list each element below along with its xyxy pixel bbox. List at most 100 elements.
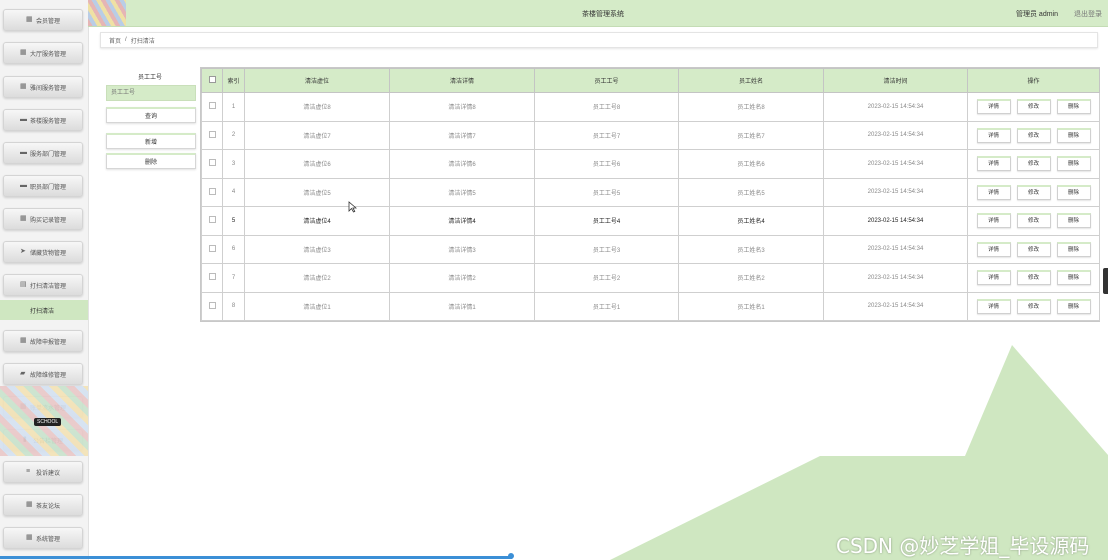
detail-button[interactable]: 详情 bbox=[976, 241, 1011, 257]
edit-button[interactable]: 修改 bbox=[1016, 270, 1051, 286]
detail-button[interactable]: 详情 bbox=[976, 184, 1011, 200]
detail-button[interactable]: 详情 bbox=[976, 270, 1011, 286]
user-label: 管理员 admin bbox=[1015, 11, 1058, 18]
delete-row-button[interactable]: 删除 bbox=[1056, 270, 1091, 286]
sidebar-item-label: 会员管理 bbox=[35, 18, 60, 25]
row-actions: 详情 修改 删除 bbox=[967, 263, 1100, 293]
edit-button[interactable]: 修改 bbox=[1016, 127, 1051, 143]
sidebar-item-label: 服务部门管理 bbox=[29, 151, 66, 158]
sidebar-item-label: 故障申报管理 bbox=[29, 339, 66, 346]
delete-row-button[interactable]: 删除 bbox=[1056, 298, 1091, 314]
row-detail: 清洁详情7 bbox=[389, 120, 535, 150]
table-row: 1 清洁虚位8 清洁详情8 员工工号8 员工姓名8 2023-02-15 14:54:34… bbox=[201, 92, 1100, 122]
delete-row-button[interactable]: 删除 bbox=[1056, 156, 1091, 172]
sidebar-item-14[interactable]: ≡ 投诉建议 bbox=[3, 461, 83, 483]
sidebar-item-10[interactable]: ▦ 故障申报管理 bbox=[3, 330, 83, 352]
delete-row-button[interactable]: 删除 bbox=[1056, 99, 1091, 115]
row-checkbox[interactable] bbox=[201, 291, 223, 321]
sidebar-item-16[interactable]: ▦ 系统管理 bbox=[3, 527, 83, 549]
edit-button[interactable]: 修改 bbox=[1016, 184, 1051, 200]
table-row: 4 清洁虚位5 清洁详情5 员工工号5 员工姓名5 2023-02-15 14:54:34… bbox=[201, 177, 1100, 207]
sidebar-item-15[interactable]: ▦ 茶友论坛 bbox=[3, 494, 83, 516]
delete-row-button[interactable]: 删除 bbox=[1056, 241, 1091, 257]
row-checkbox[interactable] bbox=[201, 149, 223, 179]
row-actions: 详情 修改 删除 bbox=[967, 120, 1100, 150]
sidebar-item-9[interactable]: ▤ 打扫清洁管理 bbox=[3, 274, 83, 296]
sidebar-item-7[interactable]: ▦ 购买记录管理 bbox=[3, 208, 83, 230]
progress-handle[interactable] bbox=[508, 553, 514, 559]
add-button[interactable]: 新增 bbox=[106, 133, 196, 149]
delete-row-button[interactable]: 删除 bbox=[1056, 184, 1091, 200]
decoration-school-sign: SCHOOL bbox=[34, 418, 62, 426]
row-actions: 详情 修改 删除 bbox=[967, 234, 1100, 264]
sidebar-item-5[interactable]: ▬ 服务部门管理 bbox=[3, 142, 83, 164]
grid-icon: ▦ bbox=[25, 501, 33, 508]
row-checkbox[interactable] bbox=[201, 206, 223, 236]
sidebar-item-2[interactable]: ▦ 大厅服务管理 bbox=[3, 42, 83, 64]
row-employee-no: 员工工号7 bbox=[534, 120, 679, 150]
app-title: 茶楼管理系统 bbox=[582, 11, 624, 18]
row-checkbox[interactable] bbox=[201, 92, 223, 122]
row-index: 5 bbox=[222, 206, 245, 236]
delete-button[interactable]: 删除 bbox=[106, 153, 196, 169]
row-checkbox[interactable] bbox=[201, 234, 223, 264]
delete-row-button[interactable]: 删除 bbox=[1056, 127, 1091, 143]
grid-icon: ▦ bbox=[25, 16, 33, 23]
top-header: 茶楼管理系统 管理员 admin 退出登录 bbox=[88, 0, 1108, 27]
send-icon: ➤ bbox=[19, 248, 26, 255]
row-index: 3 bbox=[222, 149, 245, 179]
sidebar-item-label: 投诉建议 bbox=[35, 470, 60, 477]
edit-button[interactable]: 修改 bbox=[1016, 156, 1051, 172]
detail-button[interactable]: 详情 bbox=[976, 156, 1011, 172]
side-drawer-handle[interactable] bbox=[1103, 268, 1108, 294]
detail-button[interactable]: 详情 bbox=[976, 298, 1011, 314]
sidebar-item-label: 茶楼服务管理 bbox=[29, 118, 66, 125]
row-detail: 清洁详情2 bbox=[389, 263, 535, 293]
edit-button[interactable]: 修改 bbox=[1016, 298, 1051, 314]
comment-icon: ▬ bbox=[19, 182, 27, 189]
select-all-checkbox[interactable] bbox=[201, 68, 223, 93]
comment-icon: ▬ bbox=[19, 149, 27, 156]
row-checkbox[interactable] bbox=[201, 120, 223, 150]
edit-button[interactable]: 修改 bbox=[1016, 213, 1051, 229]
sidebar-item-3[interactable]: ▦ 雅间服务管理 bbox=[3, 76, 83, 98]
row-detail: 清洁详情8 bbox=[389, 92, 535, 122]
edit-button[interactable]: 修改 bbox=[1016, 99, 1051, 115]
sidebar-subitem-cleaning[interactable]: 打扫清洁 bbox=[0, 300, 88, 320]
row-time: 2023-02-15 14:54:34 bbox=[823, 206, 968, 236]
header-employee-name: 员工姓名 bbox=[678, 68, 824, 93]
row-employee-no: 员工工号1 bbox=[534, 291, 679, 321]
row-checkbox[interactable] bbox=[201, 263, 223, 293]
sidebar-item-6[interactable]: ▬ 职员部门管理 bbox=[3, 175, 83, 197]
employee-no-input[interactable] bbox=[106, 85, 196, 101]
sidebar-item-11[interactable]: ▰ 故障维修管理 bbox=[3, 363, 83, 385]
row-employee-no: 员工工号3 bbox=[534, 234, 679, 264]
comment-icon: ▬ bbox=[19, 116, 27, 123]
row-checkbox[interactable] bbox=[201, 177, 223, 207]
row-detail: 清洁详情3 bbox=[389, 234, 535, 264]
table-header-row: 索引 清洁虚位 清洁详情 员工工号 员工姓名 清洁时间 操作 bbox=[201, 68, 1100, 93]
detail-button[interactable]: 详情 bbox=[976, 127, 1011, 143]
detail-button[interactable]: 详情 bbox=[976, 213, 1011, 229]
row-time: 2023-02-15 14:54:34 bbox=[823, 263, 968, 293]
row-position: 清洁虚位4 bbox=[244, 206, 390, 236]
row-actions: 详情 修改 删除 bbox=[967, 177, 1100, 207]
detail-button[interactable]: 详情 bbox=[976, 99, 1011, 115]
header-detail: 清洁详情 bbox=[389, 68, 535, 93]
sidebar-item-4[interactable]: ▬ 茶楼服务管理 bbox=[3, 109, 83, 131]
logout-link[interactable]: 退出登录 bbox=[1074, 9, 1102, 19]
breadcrumb-separator: / bbox=[125, 37, 127, 43]
row-employee-no: 员工工号2 bbox=[534, 263, 679, 293]
sidebar-item-1[interactable]: ▦ 会员管理 bbox=[3, 9, 83, 31]
delete-row-button[interactable]: 删除 bbox=[1056, 213, 1091, 229]
row-employee-no: 员工工号4 bbox=[534, 206, 679, 236]
sidebar: ▦ 会员管理 ▦ 大厅服务管理 ▦ 雅间服务管理 ▬ 茶楼服务管理 ▬ 服务部门管理 ▬ 职员部门管理… bbox=[0, 0, 89, 560]
sidebar-item-8[interactable]: ➤ 储藏货物管理 bbox=[3, 241, 83, 263]
sidebar-item-label: 雅间服务管理 bbox=[29, 85, 66, 92]
edit-button[interactable]: 修改 bbox=[1016, 241, 1051, 257]
row-index: 1 bbox=[222, 92, 245, 122]
mouse-cursor-icon bbox=[348, 201, 357, 213]
breadcrumb-home[interactable]: 首页 bbox=[109, 36, 121, 45]
query-button[interactable]: 查询 bbox=[106, 107, 196, 123]
row-position: 清洁虚位7 bbox=[244, 120, 390, 150]
